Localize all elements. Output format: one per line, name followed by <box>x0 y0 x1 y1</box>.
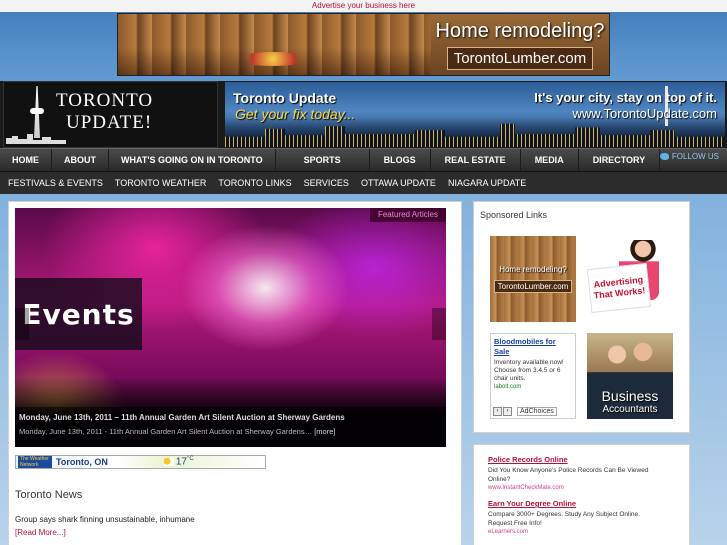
lumber-ad-line2: TorontoLumber.com <box>493 280 573 293</box>
follow-us-link[interactable]: FOLLOW US <box>659 152 719 161</box>
weather-unit: °C <box>186 456 194 463</box>
lumber-ad[interactable]: Home remodeling? TorontoLumber.com <box>490 236 576 322</box>
follow-us-label: FOLLOW US <box>671 152 719 161</box>
primary-nav: HOME ABOUT WHAT'S GOING ON IN TORONTO SP… <box>0 148 727 172</box>
read-more-link[interactable]: [Read More...] <box>15 528 66 537</box>
featured-slider[interactable]: Featured Articles Events Monday, June 13… <box>15 208 446 447</box>
secondary-nav: FESTIVALS & EVENTS TORONTO WEATHER TORON… <box>0 172 727 194</box>
text-ad-url[interactable]: www.InstantCheckMate.com <box>488 485 689 491</box>
caption-more-link[interactable]: [more] <box>314 427 335 436</box>
header-banner-tagline: It's your city, stay on top of it. <box>534 90 717 105</box>
ad-controls: ‹ › AdChoices <box>493 407 557 416</box>
advertise-link[interactable]: Advertise your business here <box>0 0 727 12</box>
caption-desc: Monday, June 13th, 2011 - 11th Annual Ga… <box>19 427 313 436</box>
text-ad-title[interactable]: Earn Your Degree Online <box>488 499 689 508</box>
bloodmobile-title[interactable]: Bloodmobiles for Sale <box>494 337 572 357</box>
nav2-weather[interactable]: TORONTO WEATHER <box>109 178 213 188</box>
tower-pod-icon <box>30 108 44 114</box>
weather-temp: 17°C <box>176 456 194 467</box>
sponsored-links-box: Sponsored Links Home remodeling? Toronto… <box>473 201 690 433</box>
slider-caption: Monday, June 13th, 2011 – 11th Annual Ga… <box>15 407 446 447</box>
biz-ad-line2: Accountants <box>602 404 658 415</box>
text-ads-box: Police Records Online Did You Know Anyon… <box>473 444 690 545</box>
weather-temp-value: 17 <box>175 456 187 468</box>
nav2-links[interactable]: TORONTO LINKS <box>212 178 297 188</box>
weather-city: Toronto, ON <box>56 457 108 467</box>
logo-line1: TORONTO <box>56 90 154 111</box>
featured-articles-tag[interactable]: Featured Articles <box>369 208 446 222</box>
text-ad-title[interactable]: Police Records Online <box>488 455 689 464</box>
kitchen-image <box>118 14 431 75</box>
text-ad: Police Records Online Did You Know Anyon… <box>488 455 689 491</box>
sunny-icon <box>163 458 174 466</box>
nav-blogs[interactable]: BLOGS <box>370 149 431 171</box>
nav-media[interactable]: MEDIA <box>521 149 579 171</box>
city-skyline-image <box>225 123 725 147</box>
slider-next-arrow[interactable] <box>432 308 446 340</box>
slider-prev-arrow[interactable] <box>15 308 29 340</box>
nav-sports[interactable]: SPORTS <box>276 149 370 171</box>
toronto-news-title: Toronto News <box>15 489 83 501</box>
nav-real-estate[interactable]: REAL ESTATE <box>431 149 521 171</box>
nav2-niagara[interactable]: NIAGARA UPDATE <box>442 178 532 188</box>
events-label: Events <box>15 278 142 350</box>
header-banner-url: www.TorontoUpdate.com <box>572 106 717 121</box>
prev-ad-icon[interactable]: ‹ <box>493 407 502 416</box>
news-headline[interactable]: Group says shark finning unsustainable, … <box>15 515 195 524</box>
sponsored-title: Sponsored Links <box>480 210 548 220</box>
site-header: TORONTO UPDATE! Toronto Update Get your … <box>0 81 727 148</box>
nav-home[interactable]: HOME <box>0 149 52 171</box>
nav2-ottawa[interactable]: OTTAWA UPDATE <box>355 178 442 188</box>
caption-title[interactable]: Monday, June 13th, 2011 – 11th Annual Ga… <box>19 413 442 422</box>
header-banner-subtitle: Get your fix today... <box>235 106 356 122</box>
bloodmobile-ad[interactable]: Bloodmobiles for Sale Inventory availabl… <box>490 333 576 419</box>
text-ad-url[interactable]: eLearners.com <box>488 529 689 535</box>
banner-line2: TorontoLumber.com <box>446 46 594 70</box>
main-content: Featured Articles Events Monday, June 13… <box>8 201 462 545</box>
site-logo[interactable]: TORONTO UPDATE! <box>3 81 218 148</box>
weather-widget[interactable]: The Weather Network Toronto, ON 17°C <box>15 455 266 469</box>
twitter-bird-icon <box>659 153 669 160</box>
header-banner-title: Toronto Update <box>233 90 337 106</box>
nav-about[interactable]: ABOUT <box>52 149 109 171</box>
top-banner-ad[interactable]: Home remodeling? TorontoLumber.com <box>117 13 610 76</box>
advertising-ad[interactable]: Advertising That Works! <box>586 236 673 322</box>
nav2-festivals[interactable]: FESTIVALS & EVENTS <box>2 178 109 188</box>
logo-line2: UPDATE! <box>66 112 153 133</box>
lumber-ad-line1: Home remodeling? <box>499 265 567 274</box>
next-ad-icon[interactable]: › <box>503 407 512 416</box>
adchoices-button[interactable]: AdChoices <box>517 407 557 416</box>
text-ad-desc: Compare 3000+ Degrees. Study Any Subject… <box>488 511 640 527</box>
banner-line1: Home remodeling? <box>435 19 605 42</box>
header-banner[interactable]: Toronto Update Get your fix today... It'… <box>225 82 725 147</box>
weather-network-logo: The Weather Network <box>18 456 52 468</box>
banner-text: Home remodeling? TorontoLumber.com <box>431 14 609 75</box>
text-ad: Earn Your Degree Online Compare 3000+ De… <box>488 499 689 535</box>
nav2-services[interactable]: SERVICES <box>298 178 355 188</box>
bloodmobile-desc: Inventory available now! Choose from 3.4… <box>494 359 564 382</box>
biz-ad-line1: Business <box>601 388 659 404</box>
advertising-sign: Advertising That Works! <box>586 262 652 314</box>
business-accountants-ad[interactable]: Business Accountants <box>587 333 673 419</box>
nav-directory[interactable]: DIRECTORY <box>579 149 661 171</box>
text-ad-desc: Did You Know Anyone's Police Records Can… <box>488 467 649 483</box>
caption-desc-wrap: Monday, June 13th, 2011 - 11th Annual Ga… <box>19 427 442 436</box>
bloodmobile-url[interactable]: labolt.com <box>494 384 572 390</box>
nav-whats-going-on[interactable]: WHAT'S GOING ON IN TORONTO <box>109 149 276 171</box>
